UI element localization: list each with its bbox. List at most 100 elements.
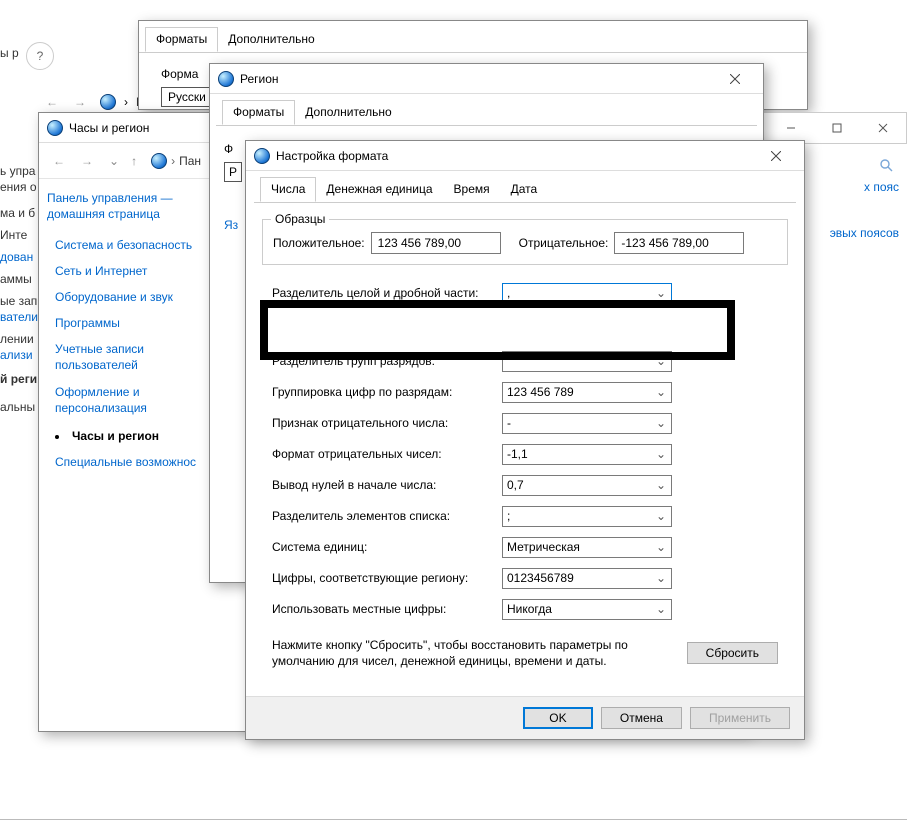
chevron-down-icon: ⌄ [655, 385, 667, 399]
combo-value: 0123456789 [507, 571, 574, 585]
sidebar-item-system[interactable]: Система и безопасность [55, 232, 211, 258]
chevron-down-icon: ⌄ [655, 354, 667, 368]
breadcrumb-item[interactable]: Пан [179, 154, 201, 168]
combo-measurement[interactable]: Метрическая ⌄ [502, 537, 672, 558]
globe-icon [254, 148, 270, 164]
row-digit-grouping: Группировка цифр по разрядам: 123 456 78… [272, 377, 778, 407]
tab-time[interactable]: Время [443, 177, 501, 202]
globe-icon [100, 94, 116, 110]
globe-icon [151, 153, 167, 169]
negative-label: Отрицательное: [519, 236, 609, 250]
combo-value: ; [507, 509, 510, 523]
tab-formats[interactable]: Форматы [145, 27, 218, 52]
search-icon[interactable] [871, 154, 901, 176]
sidebar-item-accessibility[interactable]: Специальные возможнос [55, 449, 211, 475]
sidebar-item-appearance[interactable]: Оформление и персонализация [55, 379, 211, 422]
row-leading-zero: Вывод нулей в начале числа: 0,7 ⌄ [272, 470, 778, 500]
bg-label: ения о [0, 180, 37, 194]
positive-sample: 123 456 789,00 [371, 232, 501, 254]
bg-label: лении [0, 332, 34, 346]
back-arrow-icon[interactable]: ← [40, 90, 64, 114]
combo-standard-digits[interactable]: 0123456789 ⌄ [502, 568, 672, 589]
samples-legend: Образцы [271, 212, 329, 226]
timezone-link-trunc[interactable]: х пояс [864, 180, 899, 194]
label-standard-digits: Цифры, соответствующие региону: [272, 571, 502, 585]
bg-russian-combo[interactable]: Русски [161, 87, 215, 107]
combo-value: 0,7 [507, 478, 524, 492]
ok-button[interactable]: OK [523, 707, 593, 729]
bg-label: ма и б [0, 206, 35, 220]
combo-neg-sign[interactable]: - ⌄ [502, 413, 672, 434]
label-neg-format: Формат отрицательных чисел: [272, 447, 502, 461]
label-list-sep: Разделитель элементов списка: [272, 509, 502, 523]
tab-date[interactable]: Дата [500, 177, 549, 202]
bg-label: Инте [0, 228, 27, 242]
back-arrow-icon[interactable]: ← [47, 149, 71, 173]
combo-grouping-sep[interactable]: ⌄ [502, 351, 672, 372]
chevron-down-icon: ⌄ [655, 478, 667, 492]
tab-numbers[interactable]: Числа [260, 177, 316, 202]
sidebar-item-programs[interactable]: Программы [55, 310, 211, 336]
combo-value: -1,1 [507, 447, 528, 461]
bg-label: аммы [0, 272, 32, 286]
label-neg-sign: Признак отрицательного числа: [272, 416, 502, 430]
reset-button[interactable]: Сбросить [687, 642, 778, 664]
row-neg-sign: Признак отрицательного числа: - ⌄ [272, 408, 778, 438]
globe-icon [47, 120, 63, 136]
label-measurement: Система единиц: [272, 540, 502, 554]
format-title: Настройка формата [276, 149, 756, 163]
bg-link[interactable]: дован [0, 250, 33, 264]
close-button[interactable] [715, 64, 755, 94]
sidebar-item-clock-region[interactable]: Часы и регион [55, 423, 211, 449]
maximize-button[interactable] [814, 113, 860, 143]
help-icon[interactable]: ? [26, 42, 54, 70]
fwd-arrow-icon[interactable]: → [75, 149, 99, 173]
combo-native-digits[interactable]: Никогда ⌄ [502, 599, 672, 620]
combo-value: Никогда [507, 602, 552, 616]
close-button[interactable] [860, 113, 906, 143]
combo-leading-zero[interactable]: 0,7 ⌄ [502, 475, 672, 496]
chevron-down-icon: ⌄ [655, 286, 667, 300]
region-title: Регион [240, 72, 715, 86]
cancel-button[interactable]: Отмена [601, 707, 682, 729]
sidebar-item-hardware[interactable]: Оборудование и звук [55, 284, 211, 310]
label-grouping-sep: Разделитель групп разрядов: [272, 354, 502, 368]
label-leading-zero: Вывод нулей в начале числа: [272, 478, 502, 492]
close-button[interactable] [756, 141, 796, 171]
sidebar-item-users[interactable]: Учетные записи пользователей [55, 336, 211, 379]
label-decimal-sep: Разделитель целой и дробной части: [272, 286, 502, 300]
minimize-button[interactable] [768, 113, 814, 143]
apply-button[interactable]: Применить [690, 707, 790, 729]
combo-list-sep[interactable]: ; ⌄ [502, 506, 672, 527]
combo-digit-grouping[interactable]: 123 456 789 ⌄ [502, 382, 672, 403]
sidebar-item-network[interactable]: Сеть и Интернет [55, 258, 211, 284]
combo-neg-format[interactable]: -1,1 ⌄ [502, 444, 672, 465]
row-grouping-sep: Разделитель групп разрядов: ⌄ [272, 346, 778, 376]
chevron-down-icon: ⌄ [655, 540, 667, 554]
tab-currency[interactable]: Денежная единица [315, 177, 443, 202]
row-measurement: Система единиц: Метрическая ⌄ [272, 532, 778, 562]
home-link[interactable]: Панель управления — домашняя страница [47, 191, 211, 222]
up-arrow-icon[interactable]: ↑ [131, 154, 137, 168]
chevron-down-icon: ⌄ [655, 571, 667, 585]
region-titlebar[interactable]: Регион [210, 64, 763, 94]
dropdown-history-icon[interactable]: ⌄ [109, 154, 119, 168]
tab-advanced[interactable]: Дополнительно [294, 100, 402, 125]
bg-link[interactable]: ализи [0, 348, 33, 362]
bg-label: й реги [0, 372, 37, 386]
chevron-down-icon: ⌄ [655, 416, 667, 430]
row-neg-format: Формат отрицательных чисел: -1,1 ⌄ [272, 439, 778, 469]
bg-label: альны [0, 400, 35, 414]
tab-advanced[interactable]: Дополнительно [217, 27, 325, 52]
reset-text: Нажмите кнопку "Сбросить", чтобы восстан… [272, 637, 677, 669]
tab-formats[interactable]: Форматы [222, 100, 295, 125]
combo-decimal-sep[interactable]: , ⌄ [502, 283, 672, 304]
row-native-digits: Использовать местные цифры: Никогда ⌄ [272, 594, 778, 624]
timezone-link-trunc2[interactable]: эвых поясов [830, 226, 899, 240]
fwd-arrow-icon[interactable]: → [68, 90, 92, 114]
bg-link[interactable]: ватели [0, 310, 38, 324]
format-titlebar[interactable]: Настройка формата [246, 141, 804, 171]
combo-value: , [507, 286, 510, 300]
bottom-divider [0, 819, 907, 820]
region-combobox-stub[interactable]: Р [224, 162, 242, 182]
